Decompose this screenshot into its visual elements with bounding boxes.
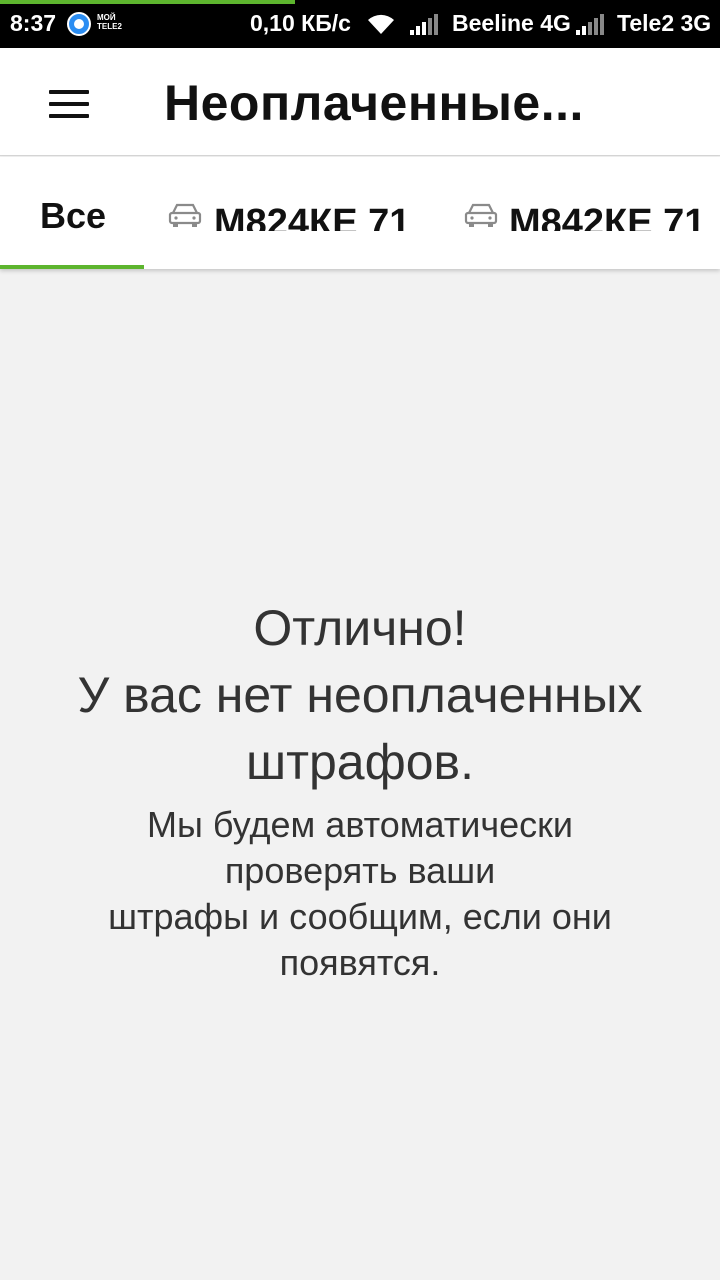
empty-state: Отлично! У вас нет неоплаченных штрафов.… xyxy=(0,595,720,986)
tab-label: М824КЕ 71 xyxy=(214,202,411,231)
tab-label: М842КЕ 71 xyxy=(509,202,706,231)
carrier-1-label: Beeline 4G xyxy=(452,10,571,36)
tab-vehicle-2[interactable]: М842КЕ 71 xyxy=(445,157,720,269)
car-icon xyxy=(464,203,498,227)
carrier-2-label: Tele2 3G xyxy=(617,10,712,36)
wifi-icon xyxy=(368,14,394,34)
headline-line: У вас нет неоплаченных xyxy=(77,667,643,723)
network-speed: 0,10 КБ/с xyxy=(250,10,351,36)
signal-icon xyxy=(410,14,438,35)
description-line: проверять ваши xyxy=(224,850,496,891)
headline-line: Отлично! xyxy=(253,600,467,656)
vehicle-tabs: Все М824КЕ 71 М842КЕ 71 xyxy=(0,157,720,269)
description-line: штрафы и сообщим, если они xyxy=(108,896,612,937)
tele2-app-icon: МОЙ TELE2 xyxy=(97,13,122,31)
tab-vehicle-1[interactable]: М824КЕ 71 xyxy=(150,157,440,269)
tab-all[interactable]: Все xyxy=(0,157,144,269)
description-line: появятся. xyxy=(279,942,441,983)
app-bar: Неоплаченные... xyxy=(0,48,720,156)
status-bar: 8:37 МОЙ TELE2 0,10 КБ/с Beeline 4G Tele… xyxy=(0,0,720,48)
empty-state-title: Отлично! У вас нет неоплаченных штрафов. xyxy=(0,595,720,796)
notification-app-icon xyxy=(67,12,91,36)
tab-label: Все xyxy=(40,195,107,236)
status-time: 8:37 xyxy=(10,10,57,36)
description-line: Мы будем автоматически xyxy=(147,804,573,845)
active-tab-indicator xyxy=(0,265,144,269)
menu-icon[interactable] xyxy=(44,84,94,124)
headline-line: штрафов. xyxy=(245,734,475,790)
page-title: Неоплаченные... xyxy=(164,75,584,131)
car-icon xyxy=(168,203,202,227)
signal-icon xyxy=(576,14,604,35)
empty-state-description: Мы будем автоматически проверять ваши шт… xyxy=(0,802,720,986)
page-load-progress xyxy=(0,0,295,4)
